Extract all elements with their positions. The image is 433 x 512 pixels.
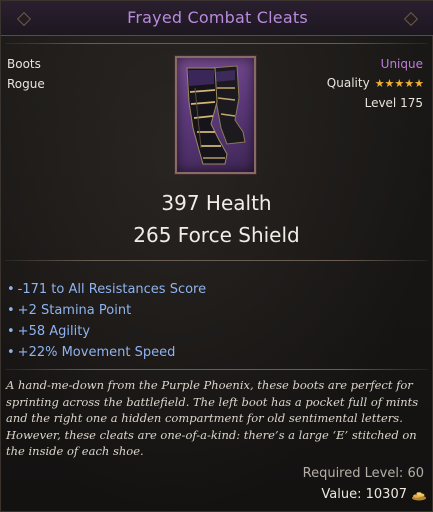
item-quality: Quality ★★★★★ xyxy=(327,76,424,90)
affix-text: -171 to All Resistances Score xyxy=(17,282,207,297)
bullet-icon: • xyxy=(7,324,15,339)
divider xyxy=(5,260,428,261)
item-slot: Boots xyxy=(7,57,41,71)
title-bar: Frayed Combat Cleats xyxy=(1,1,433,36)
quality-label: Quality xyxy=(326,76,370,90)
item-class: Rogue xyxy=(7,77,45,91)
required-level: Required Level: 60 xyxy=(302,466,424,481)
bullet-icon: • xyxy=(7,303,15,318)
item-tooltip: Frayed Combat Cleats Boots Rogue Unique … xyxy=(0,0,433,512)
divider xyxy=(5,43,428,44)
quality-stars-icon: ★★★★★ xyxy=(374,76,424,90)
bullet-icon: • xyxy=(7,282,15,297)
flavor-text: A hand-me-down from the Purple Phoenix, … xyxy=(6,378,419,458)
affix-text: +2 Stamina Point xyxy=(17,303,132,318)
affix-text: +58 Agility xyxy=(17,324,91,339)
health-stat: 397 Health xyxy=(161,191,272,215)
gold-pile-icon xyxy=(412,491,426,500)
affix-list: • -171 to All Resistances Score • +2 Stami… xyxy=(7,281,206,365)
item-image-frame xyxy=(174,55,257,175)
affix-item: • +2 Stamina Point xyxy=(7,302,206,323)
boots-icon xyxy=(186,65,246,165)
item-level: Level 175 xyxy=(364,96,423,110)
item-rarity: Unique xyxy=(380,57,423,71)
item-name: Frayed Combat Cleats xyxy=(127,8,308,27)
item-value: Value: 10307 xyxy=(321,487,427,502)
force-shield-stat: 265 Force Shield xyxy=(133,223,300,247)
affix-text: +22% Movement Speed xyxy=(17,345,176,360)
affix-item: • +22% Movement Speed xyxy=(7,344,206,365)
affix-item: • +58 Agility xyxy=(7,323,206,344)
divider xyxy=(5,369,428,370)
affix-item: • -171 to All Resistances Score xyxy=(7,281,206,302)
bullet-icon: • xyxy=(7,345,15,360)
value-text: Value: 10307 xyxy=(321,487,407,502)
